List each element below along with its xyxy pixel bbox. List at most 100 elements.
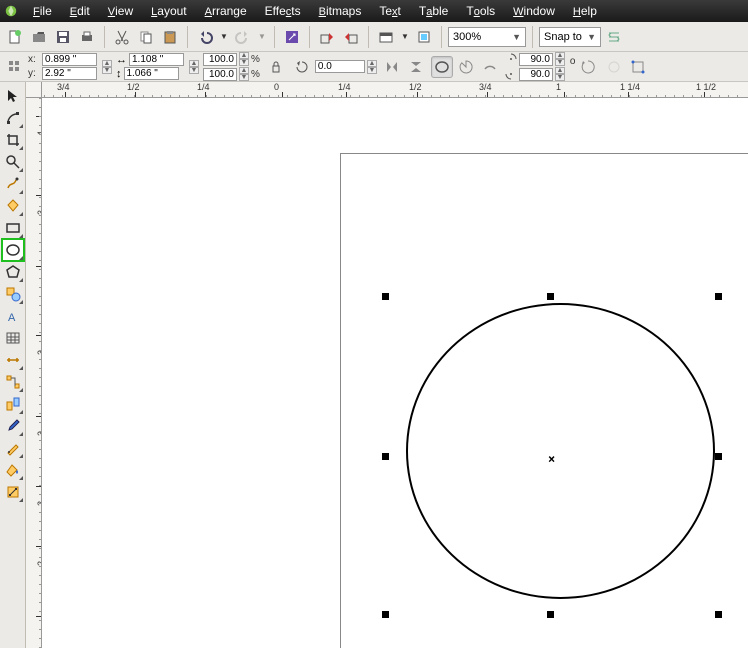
menu-effects[interactable]: Effects — [256, 2, 310, 20]
menu-file[interactable]: File — [24, 2, 61, 20]
menu-view[interactable]: View — [99, 2, 142, 20]
size-stepper[interactable]: ▲▼ — [189, 60, 199, 74]
outline-tool[interactable] — [3, 438, 23, 458]
app-launcher-button[interactable] — [413, 26, 435, 48]
app-logo-icon — [4, 4, 18, 18]
save-button[interactable] — [52, 26, 74, 48]
ruler-tick-label: 1 1/2 — [696, 82, 716, 92]
blend-tool[interactable] — [3, 394, 23, 414]
menu-help[interactable]: Help — [564, 2, 606, 20]
shape-tool[interactable] — [3, 108, 23, 128]
open-button[interactable] — [28, 26, 50, 48]
selection-handle[interactable] — [382, 453, 389, 460]
import-button[interactable] — [316, 26, 338, 48]
selection-handle[interactable] — [715, 293, 722, 300]
x-label: x: — [28, 54, 40, 65]
snap-combo[interactable]: Snap to▼ — [539, 27, 601, 47]
connector-tool[interactable] — [3, 372, 23, 392]
pie-mode-button[interactable] — [455, 56, 477, 78]
paste-button[interactable] — [159, 26, 181, 48]
smart-fill-tool[interactable] — [3, 196, 23, 216]
fill-tool[interactable] — [3, 460, 23, 480]
position-icon — [4, 56, 26, 78]
svg-text:A: A — [8, 312, 16, 324]
new-button[interactable] — [4, 26, 26, 48]
height-input[interactable]: 1.066 " — [124, 67, 179, 80]
menu-window[interactable]: Window — [504, 2, 564, 20]
selection-handle[interactable] — [382, 293, 389, 300]
menu-bar: File Edit View Layout Arrange Effects Bi… — [0, 0, 748, 22]
horizontal-ruler[interactable]: 3/41/21/401/41/23/411 1/41 1/2 — [26, 82, 748, 98]
selection-handle[interactable] — [547, 611, 554, 618]
y-input[interactable]: 2.92 " — [42, 67, 97, 80]
rectangle-tool[interactable] — [3, 218, 23, 238]
zoom-tool[interactable] — [3, 152, 23, 172]
scale-y-input[interactable]: 100.0 — [203, 68, 237, 81]
convert-curves-button[interactable] — [627, 56, 649, 78]
menu-table[interactable]: Table — [410, 2, 457, 20]
eyedropper-tool[interactable] — [3, 416, 23, 436]
lock-ratio-button[interactable] — [265, 56, 287, 78]
menu-bitmaps[interactable]: Bitmaps — [310, 2, 371, 20]
undo-button[interactable] — [194, 26, 216, 48]
basic-shapes-tool[interactable] — [3, 284, 23, 304]
selection-handle[interactable] — [715, 453, 722, 460]
ellipse-tool[interactable] — [3, 240, 23, 260]
scalex-stepper[interactable]: ▲▼ — [239, 52, 249, 66]
vertical-ruler[interactable]: 43 3/43 1/432 3/42 1/2 — [26, 98, 42, 648]
ruler-tick-label: 3/4 — [57, 82, 70, 92]
mirror-h-button[interactable] — [381, 56, 403, 78]
rotation-input[interactable]: 0.0 — [315, 60, 365, 73]
y-label: y: — [28, 68, 40, 79]
drawing-canvas[interactable]: × — [42, 98, 748, 648]
polygon-tool[interactable] — [3, 262, 23, 282]
end-angle-icon — [505, 68, 517, 80]
selection-handle[interactable] — [382, 611, 389, 618]
dimension-tool[interactable] — [3, 350, 23, 370]
pick-tool[interactable] — [3, 86, 23, 106]
print-button[interactable] — [76, 26, 98, 48]
interactive-fill-tool[interactable] — [3, 482, 23, 502]
ruler-tick-label: 1/2 — [127, 82, 140, 92]
export-button[interactable] — [340, 26, 362, 48]
table-tool[interactable] — [3, 328, 23, 348]
cut-button[interactable] — [111, 26, 133, 48]
position-stepper[interactable]: ▲▼ — [102, 60, 112, 74]
arc-mode-button[interactable] — [479, 56, 501, 78]
text-tool[interactable]: A — [3, 306, 23, 326]
undo-dropdown[interactable]: ▼ — [218, 26, 230, 48]
search-button[interactable] — [281, 26, 303, 48]
menu-text[interactable]: Text — [370, 2, 410, 20]
property-bar: x:0.899 " y:2.92 " ▲▼ ↔1.108 " ↕1.066 " … — [0, 52, 748, 82]
publish-pdf-button[interactable] — [375, 26, 397, 48]
freehand-tool[interactable] — [3, 174, 23, 194]
menu-tools[interactable]: Tools — [457, 2, 504, 20]
mirror-v-button[interactable] — [405, 56, 427, 78]
redo-button — [232, 26, 254, 48]
selected-ellipse[interactable] — [406, 303, 715, 599]
standard-toolbar: ▼ ▼ ▼ 300%▼ Snap to▼ — [0, 22, 748, 52]
copy-button[interactable] — [135, 26, 157, 48]
rotation-stepper[interactable]: ▲▼ — [367, 60, 377, 74]
menu-edit[interactable]: Edit — [61, 2, 99, 20]
publish-dropdown[interactable]: ▼ — [399, 26, 411, 48]
percent-label: % — [251, 54, 260, 65]
start-angle-input[interactable]: 90.0 — [519, 53, 553, 66]
selection-handle[interactable] — [715, 611, 722, 618]
scaley-stepper[interactable]: ▲▼ — [239, 67, 249, 81]
direction-button[interactable] — [577, 56, 599, 78]
selection-handle[interactable] — [547, 293, 554, 300]
width-icon: ↔ — [116, 54, 127, 66]
crop-tool[interactable] — [3, 130, 23, 150]
menu-layout[interactable]: Layout — [142, 2, 195, 20]
options-button[interactable] — [603, 26, 625, 48]
scale-x-input[interactable]: 100.0 — [203, 53, 237, 66]
x-input[interactable]: 0.899 " — [42, 53, 97, 66]
menu-arrange[interactable]: Arrange — [196, 2, 256, 20]
end-angle-input[interactable]: 90.0 — [519, 68, 553, 81]
ellipse-mode-button[interactable] — [431, 56, 453, 78]
width-input[interactable]: 1.108 " — [129, 53, 184, 66]
zoom-combo[interactable]: 300%▼ — [448, 27, 526, 47]
degree-label: o — [570, 56, 576, 67]
ruler-tick-label: 1 1/4 — [620, 82, 640, 92]
